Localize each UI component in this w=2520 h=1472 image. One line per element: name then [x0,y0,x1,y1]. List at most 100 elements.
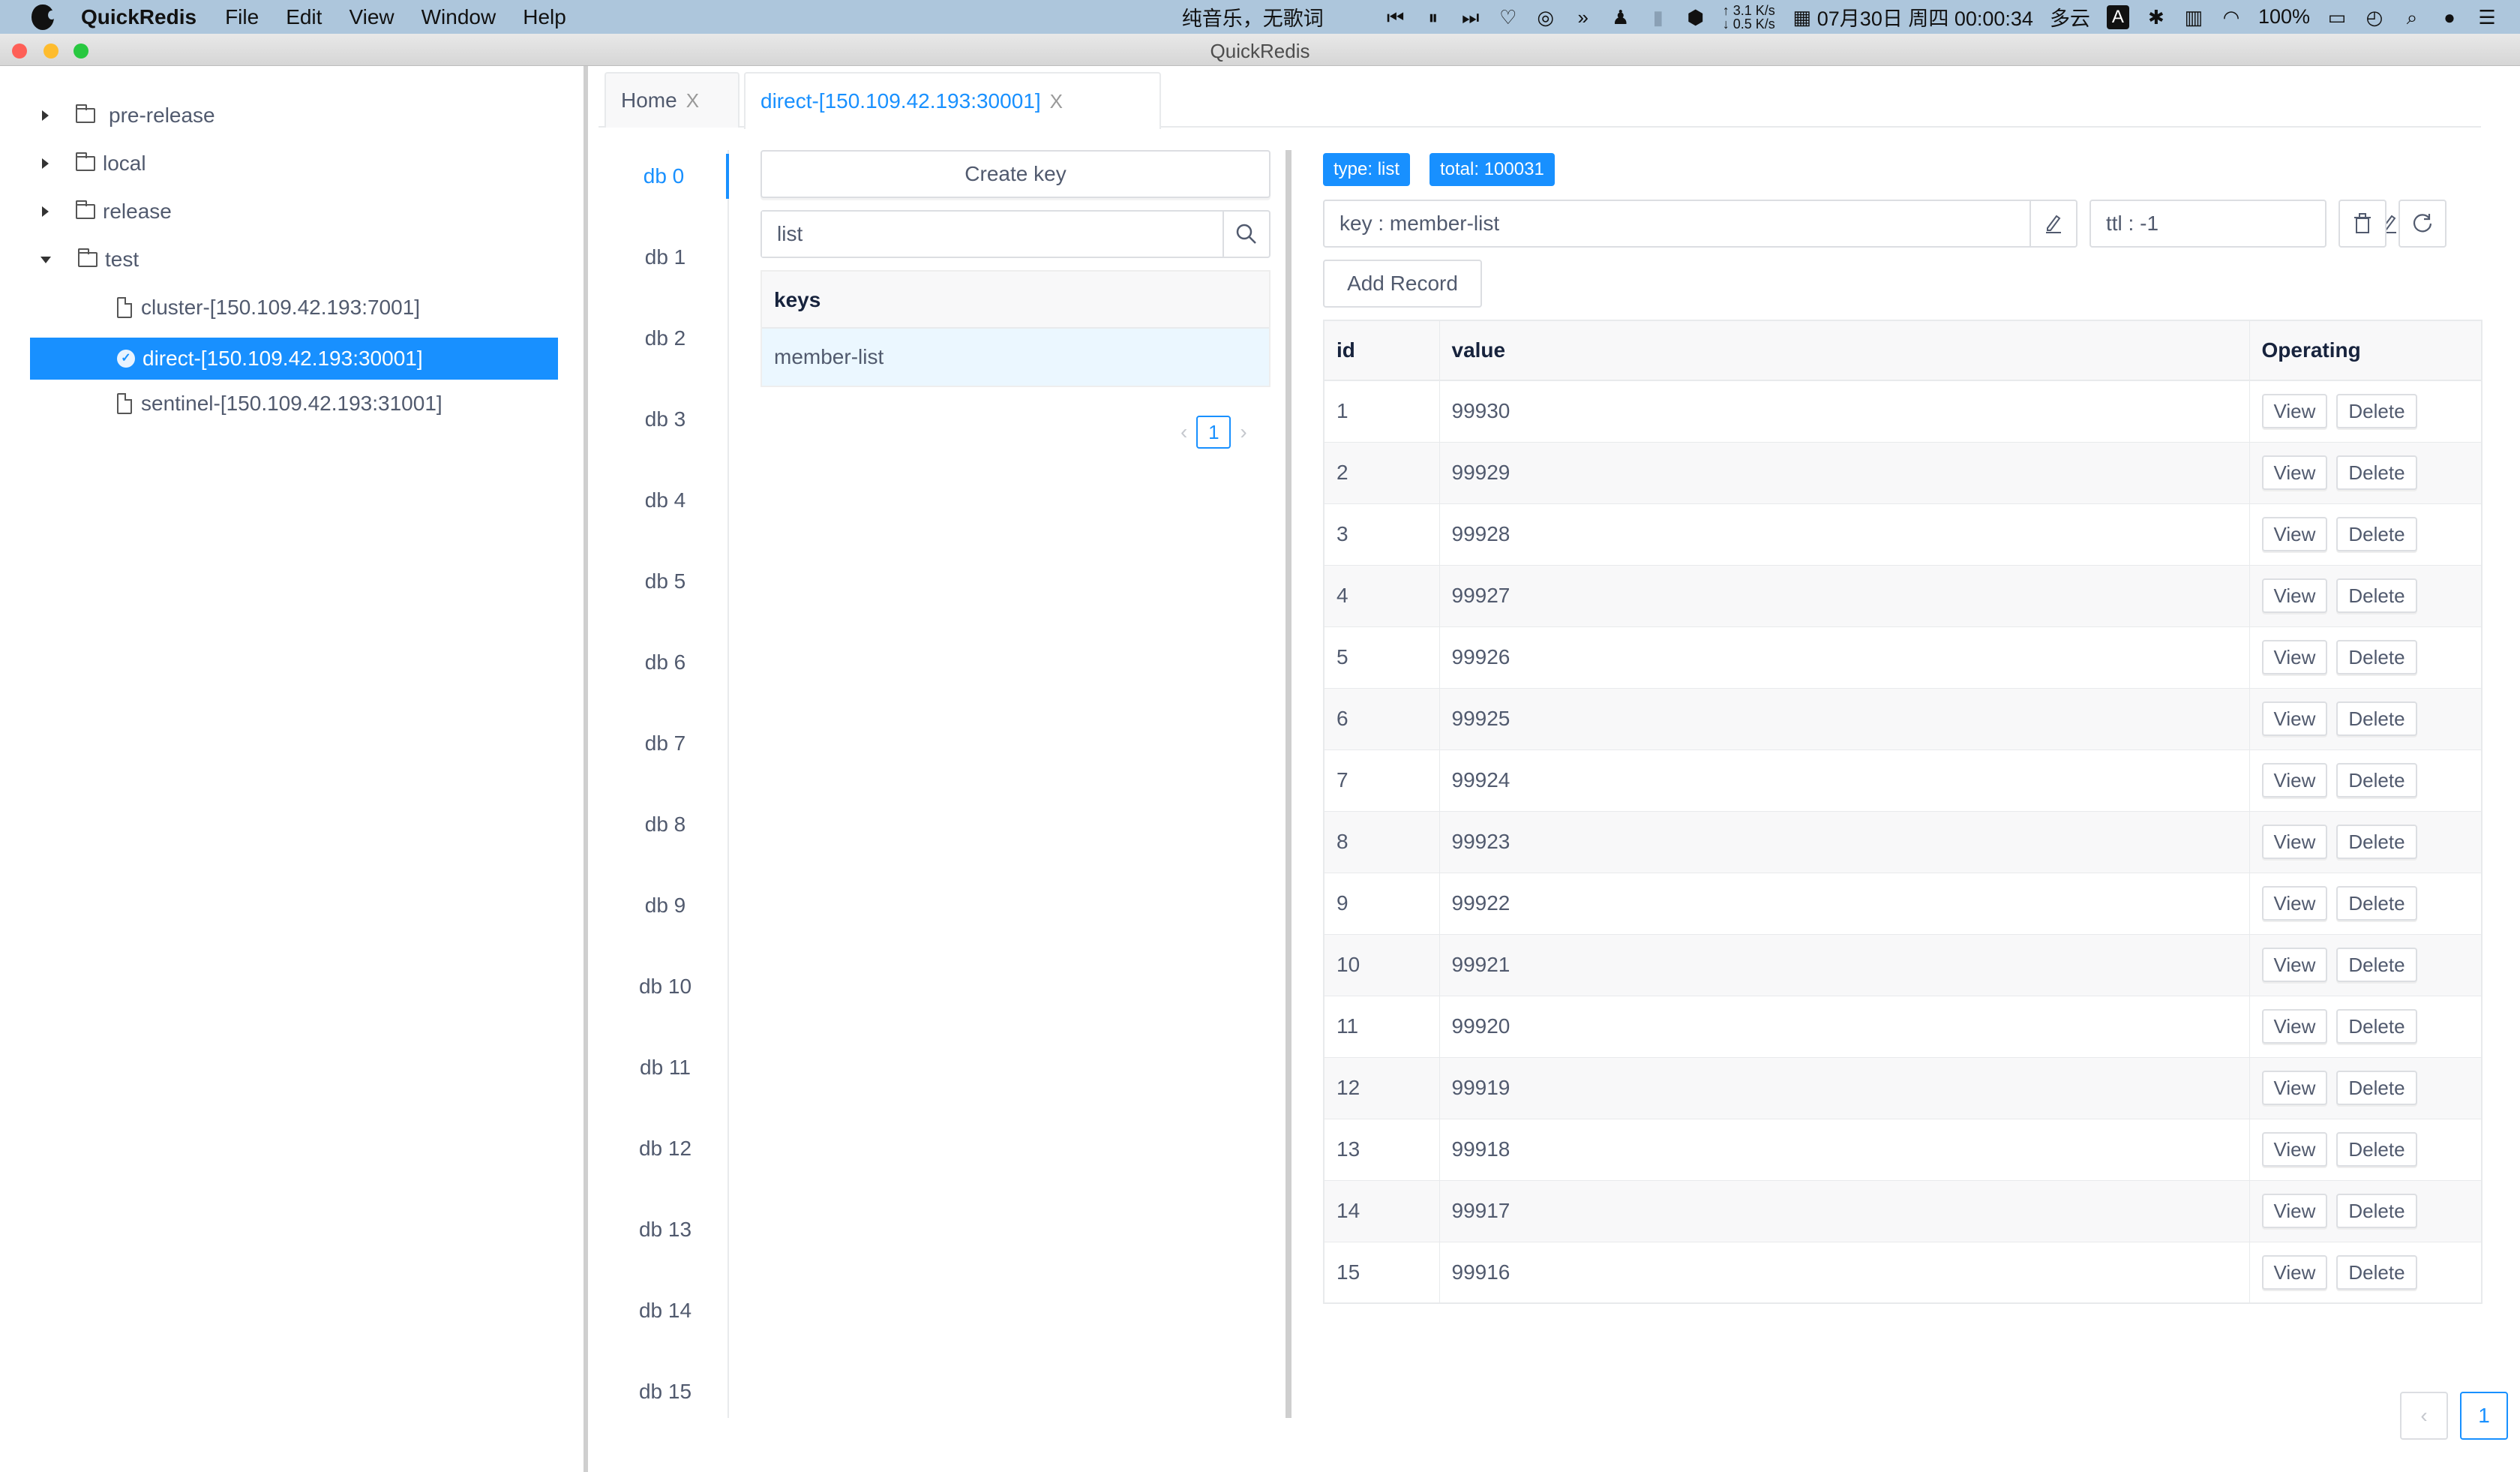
expand-arrow-icon[interactable] [42,206,49,217]
delete-button[interactable]: Delete [2336,948,2417,982]
key-search-input[interactable] [762,212,1222,257]
menu-edit[interactable]: Edit [286,5,322,29]
tab-close-icon[interactable]: X [686,89,699,113]
next-track-icon[interactable]: ⏭ [1460,7,1481,28]
db-item[interactable]: db 15 [602,1369,729,1414]
view-button[interactable]: View [2261,825,2328,859]
tab-home[interactable]: Home X [604,72,740,128]
previous-track-icon[interactable]: ⏮ [1385,7,1406,28]
spotlight-search-icon[interactable]: ⌕ [2402,7,2422,28]
tree-group-local[interactable]: local [42,143,146,185]
db-item[interactable]: db 6 [602,640,729,685]
db-item[interactable]: db 10 [602,964,729,1009]
keys-next-page-icon[interactable]: › [1240,420,1246,444]
tree-group-test[interactable]: test [40,239,139,281]
clock-icon[interactable]: ◴ [2364,7,2385,28]
battery-icon[interactable]: ▭ [2326,7,2348,28]
now-playing-text[interactable]: 纯音乐，无歌词 [1182,2,1324,32]
delete-button[interactable]: Delete [2336,701,2417,736]
column-header-value[interactable]: value [1439,320,2250,381]
delete-button[interactable]: Delete [2336,1071,2417,1105]
menu-file[interactable]: File [225,5,259,29]
delete-button[interactable]: Delete [2336,1194,2417,1228]
view-button[interactable]: View [2261,1132,2328,1167]
view-button[interactable]: View [2261,640,2328,674]
clock-datetime[interactable]: 07月30日 周四 00:00:34 [1817,2,2033,32]
apple-logo-icon[interactable] [32,4,56,30]
db-item[interactable]: db 4 [602,478,729,523]
key-row[interactable]: member-list [762,329,1269,386]
view-button[interactable]: View [2261,517,2328,551]
rename-key-button[interactable] [2030,201,2076,246]
battery-percent[interactable]: 100% [2258,5,2310,29]
tree-connection-cluster[interactable]: cluster-[150.109.42.193:7001] [117,287,420,329]
page-1-button[interactable]: 1 [2460,1392,2508,1440]
menu-help[interactable]: Help [523,5,566,29]
arrow-app-icon[interactable]: » [1573,7,1594,28]
collapse-arrow-icon[interactable] [40,256,51,263]
tab-direct-connection[interactable]: direct-[150.109.42.193:30001] X [744,72,1161,129]
delete-button[interactable]: Delete [2336,640,2417,674]
delete-button[interactable]: Delete [2336,886,2417,921]
view-button[interactable]: View [2261,455,2328,490]
siri-icon[interactable]: ● [2439,7,2460,28]
weather-text[interactable]: 多云 [2050,2,2090,32]
panel-splitter[interactable] [1286,150,1292,1418]
tree-group-pre-release[interactable]: pre-release [42,95,215,137]
view-button[interactable]: View [2261,701,2328,736]
view-button[interactable]: View [2261,763,2328,798]
delete-button[interactable]: Delete [2336,578,2417,613]
db-item[interactable]: db 3 [602,397,729,442]
db-item[interactable]: db 9 [602,883,729,928]
keys-prev-page-icon[interactable]: ‹ [1180,420,1187,444]
delete-button[interactable]: Delete [2336,1132,2417,1167]
calendar-icon[interactable]: ▦ [1792,7,1813,28]
db-item[interactable]: db 8 [602,802,729,847]
view-button[interactable]: View [2261,1071,2328,1105]
keyboard-icon[interactable]: ▥ [2183,7,2204,28]
menu-app-name[interactable]: QuickRedis [81,5,196,29]
delete-button[interactable]: Delete [2336,825,2417,859]
add-record-button[interactable]: Add Record [1323,260,1482,308]
create-key-button[interactable]: Create key [760,150,1270,198]
db-item[interactable]: db 5 [602,559,729,604]
db-item[interactable]: db 11 [602,1045,729,1090]
db-item[interactable]: db 1 [602,235,729,280]
delete-button[interactable]: Delete [2336,394,2417,429]
keys-page-1[interactable]: 1 [1196,416,1232,449]
qq-penguin-icon[interactable]: ♟ [1610,7,1631,28]
db-item[interactable]: db 12 [602,1126,729,1171]
netease-music-icon[interactable]: ◎ [1535,7,1556,28]
db-item[interactable]: db 0 [602,154,729,199]
delete-key-button[interactable] [2338,200,2386,248]
db-item[interactable]: db 2 [602,316,729,361]
tab-close-icon[interactable]: X [1050,90,1063,113]
delete-button[interactable]: Delete [2336,763,2417,798]
heart-icon[interactable]: ♡ [1498,7,1519,28]
column-header-id[interactable]: id [1324,320,1440,381]
toggle-icon[interactable]: ▮ [1648,7,1669,28]
view-button[interactable]: View [2261,1194,2328,1228]
key-name-input[interactable] [1324,201,2030,246]
input-method-icon[interactable]: A [2106,5,2129,29]
pause-icon[interactable]: ⏸ [1423,7,1444,28]
prev-page-button[interactable]: ‹ [2400,1392,2448,1440]
ttl-input[interactable] [2091,201,2377,246]
expand-arrow-icon[interactable] [42,158,49,169]
view-button[interactable]: View [2261,1254,2328,1290]
db-item[interactable]: db 13 [602,1207,729,1252]
view-button[interactable]: View [2261,1009,2328,1044]
hexagon-icon[interactable]: ⬢ [1685,7,1706,28]
wifi-icon[interactable]: ◠ [2221,7,2242,28]
refresh-button[interactable] [2398,200,2446,248]
db-item[interactable]: db 14 [602,1288,729,1333]
search-button[interactable] [1222,212,1269,257]
view-button[interactable]: View [2261,394,2328,429]
tree-group-release[interactable]: release [42,191,172,233]
delete-button[interactable]: Delete [2336,455,2417,490]
expand-arrow-icon[interactable] [42,110,49,121]
delete-button[interactable]: Delete [2336,517,2417,551]
delete-button[interactable]: Delete [2336,1009,2417,1044]
view-button[interactable]: View [2261,578,2328,613]
bluetooth-icon[interactable]: ✱ [2146,7,2167,28]
